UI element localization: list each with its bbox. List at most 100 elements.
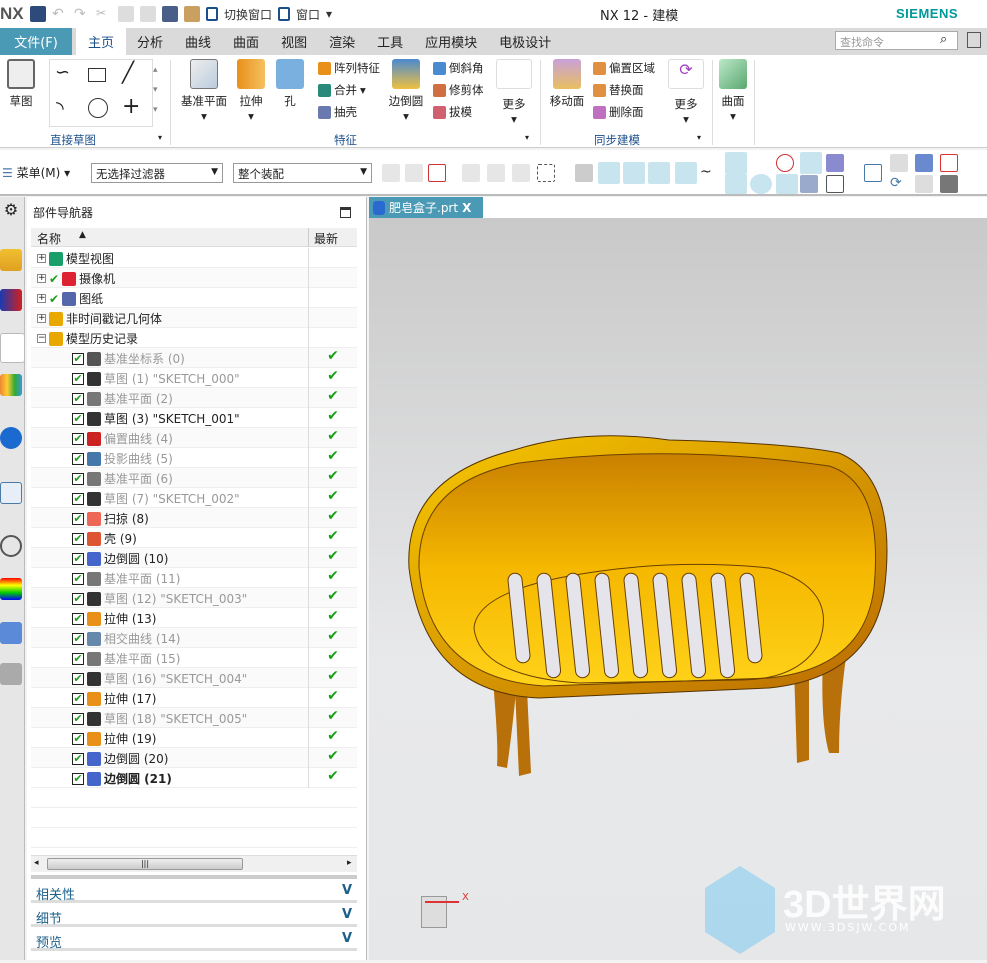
visibility-checkbox[interactable]: ✔ xyxy=(72,612,84,625)
redo-icon[interactable]: ↷ xyxy=(74,6,90,22)
select-component-icon[interactable] xyxy=(405,164,423,182)
tab-analysis[interactable]: 分析 xyxy=(126,28,174,55)
tangent-curve-icon[interactable]: ~ xyxy=(700,164,718,182)
selection-scope-dropdown[interactable]: 整个装配 xyxy=(233,163,372,183)
tree-row[interactable]: ✔ 边倒圆 (10) ✔ xyxy=(31,548,357,568)
repeat-command-icon[interactable] xyxy=(184,6,200,22)
tree-row[interactable]: ✔ 草图 (18) "SKETCH_005" ✔ xyxy=(31,708,357,728)
tree-row[interactable]: ✔ 扫掠 (8) ✔ xyxy=(31,508,357,528)
arc-icon[interactable]: ◝ xyxy=(56,96,64,120)
visibility-checkbox[interactable]: ✔ xyxy=(72,532,84,545)
chamfer-button[interactable]: 倒斜角 xyxy=(433,60,484,76)
tree-row[interactable]: + ✔ 摄像机 xyxy=(31,268,357,288)
visibility-checkbox[interactable]: ✔ xyxy=(72,472,84,485)
studio-spline-icon[interactable]: ∽ xyxy=(55,62,70,83)
web-browser-icon[interactable] xyxy=(0,482,22,504)
edge-blend-button[interactable]: 边倒圆 ▾ xyxy=(388,59,424,123)
panel-preview[interactable]: 预览 V xyxy=(31,929,357,951)
tree-row[interactable]: ✔ 相交曲线 (14) ✔ xyxy=(31,628,357,648)
visibility-checkbox[interactable]: ✔ xyxy=(72,772,84,785)
arc-center-icon[interactable] xyxy=(750,174,772,194)
select-feature-icon[interactable] xyxy=(382,164,400,182)
point-on-face-icon[interactable] xyxy=(826,154,844,172)
pattern-feature-button[interactable]: 阵列特征 xyxy=(318,60,380,76)
model-soap-box[interactable] xyxy=(369,218,987,960)
replace-face-button[interactable]: 替换面 xyxy=(593,82,644,98)
panel-dependencies[interactable]: 相关性 V xyxy=(31,881,357,903)
rectangle-select-icon[interactable] xyxy=(537,164,555,182)
history-icon[interactable] xyxy=(0,535,22,557)
more-sync-button[interactable]: 更多 ▾ xyxy=(668,96,704,126)
tree-row[interactable]: + 模型视图 xyxy=(31,248,357,268)
intersection-point-icon[interactable] xyxy=(725,174,747,194)
render-style-icon[interactable] xyxy=(915,154,933,172)
orient-view-icon[interactable] xyxy=(940,154,958,172)
tree-row[interactable]: ✔ 基准平面 (11) ✔ xyxy=(31,568,357,588)
quadrant-point-icon[interactable] xyxy=(776,154,794,172)
control-point-icon[interactable] xyxy=(487,164,505,182)
visibility-checkbox[interactable]: ✔ xyxy=(72,712,84,725)
dropdown-icon[interactable]: ▾ xyxy=(326,7,332,21)
tree-row[interactable]: ✔ 壳 (9) ✔ xyxy=(31,528,357,548)
tree-row[interactable]: ✔ 投影曲线 (5) ✔ xyxy=(31,448,357,468)
tree-row[interactable]: ✔ 偏置曲线 (4) ✔ xyxy=(31,428,357,448)
tree-row[interactable]: ✔ 基准平面 (15) ✔ xyxy=(31,648,357,668)
surface-button[interactable]: 曲面 ▾ xyxy=(716,59,750,123)
end-point-icon[interactable] xyxy=(725,152,747,174)
display-mode-icon[interactable] xyxy=(940,175,958,193)
expand-icon[interactable]: + xyxy=(37,294,46,303)
pan-icon[interactable] xyxy=(890,154,908,172)
search-icon[interactable]: ⌕ xyxy=(940,32,947,47)
collapse-icon[interactable]: − xyxy=(37,334,46,343)
expand-icon[interactable]: + xyxy=(37,254,46,263)
visibility-checkbox[interactable]: ✔ xyxy=(72,392,84,405)
tree-row[interactable]: ✔ 拉伸 (13) ✔ xyxy=(31,608,357,628)
tree-row[interactable]: − 模型历史记录 xyxy=(31,328,357,348)
more-features-button[interactable]: 更多 ▾ xyxy=(496,96,532,126)
line-icon[interactable]: ╱ xyxy=(122,60,134,84)
visibility-checkbox[interactable]: ✔ xyxy=(72,592,84,605)
save-as-icon[interactable] xyxy=(162,6,178,22)
circle-icon[interactable] xyxy=(88,98,108,118)
expand-icon[interactable]: + xyxy=(37,314,46,323)
visibility-checkbox[interactable]: ✔ xyxy=(72,552,84,565)
tree-row[interactable]: ✔ 拉伸 (17) ✔ xyxy=(31,688,357,708)
scrollbar-thumb[interactable]: ||| xyxy=(47,858,243,870)
visibility-checkbox[interactable]: ✔ xyxy=(72,672,84,685)
tree-row[interactable]: ✔ 拉伸 (19) ✔ xyxy=(31,728,357,748)
rotate-icon[interactable]: ⟳ xyxy=(890,175,908,193)
tab-tools[interactable]: 工具 xyxy=(366,28,414,55)
horizontal-scrollbar[interactable]: ◂ ||| ▸ xyxy=(31,855,357,872)
edit-section-icon[interactable] xyxy=(915,175,933,193)
tree-row[interactable]: ✔ 草图 (3) "SKETCH_001" ✔ xyxy=(31,408,357,428)
cut-icon[interactable]: ✂ xyxy=(96,6,112,22)
tab-curve[interactable]: 曲线 xyxy=(174,28,222,55)
visibility-checkbox[interactable]: ✔ xyxy=(72,452,84,465)
restore-ribbon-icon[interactable] xyxy=(967,32,981,48)
tab-home[interactable]: 主页 xyxy=(76,28,127,55)
point-on-curve-icon[interactable] xyxy=(800,152,822,174)
snap-filter-icon[interactable] xyxy=(428,164,446,182)
column-name[interactable]: 名称 xyxy=(37,230,61,247)
shell-button[interactable]: 抽壳 xyxy=(318,104,357,120)
maximize-icon[interactable] xyxy=(340,207,351,218)
copy-icon[interactable] xyxy=(118,6,134,22)
tree-row[interactable]: + ✔ 图纸 xyxy=(31,288,357,308)
more-sync-icon[interactable]: ⟳ xyxy=(668,59,704,89)
hd3d-tools-icon[interactable] xyxy=(0,427,22,449)
switch-window-button[interactable]: 切换窗口 xyxy=(224,6,272,23)
menu-button[interactable]: ☰ 菜单(M) ▾ xyxy=(2,164,70,181)
fit-view-icon[interactable] xyxy=(864,164,882,182)
visibility-checkbox[interactable]: ✔ xyxy=(72,412,84,425)
group-options-icon[interactable]: ▾ xyxy=(525,133,529,142)
sketch-button[interactable]: 草图 xyxy=(4,59,38,109)
tree-row[interactable]: ✔ 边倒圆 (20) ✔ xyxy=(31,748,357,768)
tab-electrode-design[interactable]: 电极设计 xyxy=(488,28,562,55)
tab-view[interactable]: 视图 xyxy=(270,28,318,55)
delete-face-button[interactable]: 删除面 xyxy=(593,104,644,120)
expand-icon[interactable]: + xyxy=(37,274,46,283)
graphics-window[interactable]: X 3D世界网 WWW.3DSJW.COM xyxy=(369,218,987,960)
select-in-box-icon[interactable] xyxy=(512,164,530,182)
extrude-button[interactable]: 拉伸 ▾ xyxy=(236,59,266,123)
edge-select-icon[interactable] xyxy=(648,162,670,184)
